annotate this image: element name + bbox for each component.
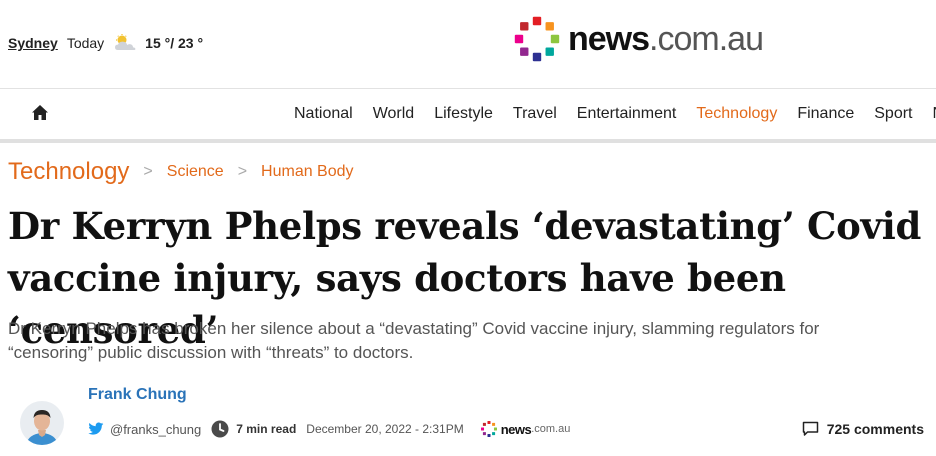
logo-dot [493,427,497,431]
logo-dot [545,22,554,31]
breadcrumb-separator: > [143,163,153,180]
logo-dot [532,52,542,62]
temperature-range: 15 °/ 23 ° [145,35,204,51]
logo-word-bold: news [568,20,650,58]
logo-dot [550,34,560,44]
source-word-light: .com.au [531,423,571,435]
weather-widget: Sydney Today 15 °/ 23 ° [8,34,203,52]
comments-link[interactable]: 725 comments [802,421,924,437]
article-standfirst: Dr Kerryn Phelps has broken her silence … [8,319,820,362]
site-logo[interactable]: news.com.au [512,14,764,64]
comments-count: 725 comments [826,421,924,437]
publish-date: December 20, 2022 - 2:31PM [306,422,464,436]
read-time: 7 min read [236,422,297,436]
logo-dot [491,422,495,426]
source-word-bold: news [500,421,532,437]
logo-dot [520,47,529,56]
home-icon[interactable] [30,103,50,123]
breadcrumb-science-link[interactable]: Science [167,163,224,181]
logo-wordmark: news.com.au [568,20,764,58]
breadcrumb-separator: > [237,163,248,180]
nav-item-lifestyle[interactable]: Lifestyle [434,105,493,123]
author-avatar[interactable] [20,401,64,445]
nav-item-entertainment[interactable]: Entertainment [577,105,677,123]
nav-item-n[interactable]: N [933,105,936,123]
source-logo: news .com.au [480,420,571,438]
clock-icon [211,420,229,438]
article-meta: @franks_chung 7 min read December 20, 20… [88,420,570,438]
nav-items: National World Lifestyle Travel Entertainmen… [294,89,936,139]
logo-dot [545,47,554,56]
nav-item-finance[interactable]: Finance [797,105,854,123]
logo-dot [491,432,495,436]
logo-dot [532,16,542,26]
author-name-link[interactable]: Frank Chung [88,386,187,404]
weather-day-label: Today [66,35,105,51]
top-bar: Sydney Today 15 °/ 23 ° news.com.au [0,0,936,88]
logo-dot [480,427,484,431]
breadcrumb-section-link[interactable]: Technology [8,158,129,186]
logo-dot [487,421,491,425]
logo-dot [514,34,524,44]
partly-cloudy-icon [115,34,136,50]
logo-dot [482,432,486,436]
twitter-handle-link[interactable]: @franks_chung [110,422,201,437]
breadcrumb: Technology > Science > Human Body [8,158,354,186]
logo-dot [520,22,529,31]
logo-dot [482,422,486,426]
nav-item-national[interactable]: National [294,105,353,123]
logo-dots-icon [480,421,497,437]
main-nav: National World Lifestyle Travel Entertainmen… [0,88,936,143]
weather-city-link[interactable]: Sydney [8,35,58,51]
comment-icon [802,421,818,436]
logo-dots-icon [514,16,560,62]
logo-dot [487,433,491,437]
breadcrumb-human-body-link[interactable]: Human Body [261,163,354,181]
logo-word-light: .com.au [649,20,764,58]
nav-item-travel[interactable]: Travel [513,105,557,123]
nav-item-technology[interactable]: Technology [696,105,777,123]
twitter-icon[interactable] [88,422,104,436]
nav-item-sport[interactable]: Sport [874,105,912,123]
nav-item-world[interactable]: World [373,105,415,123]
